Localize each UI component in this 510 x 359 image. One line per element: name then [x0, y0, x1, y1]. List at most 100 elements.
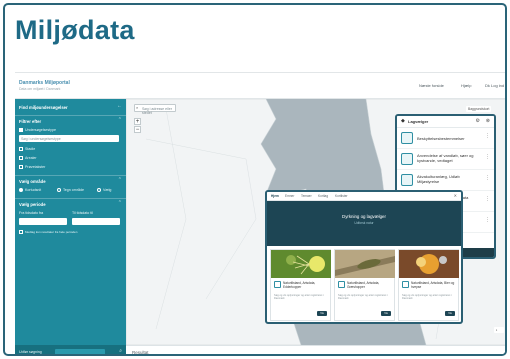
filter-checkbox-type[interactable]: [19, 128, 23, 132]
period-from-input[interactable]: [19, 218, 67, 225]
page-title: Miljødata: [15, 15, 135, 45]
theme-shield-icon: [402, 281, 409, 288]
footer-input[interactable]: [55, 348, 105, 354]
result-bar: Resultat: [126, 345, 505, 355]
divider: [15, 115, 126, 116]
divider: [15, 175, 126, 176]
area-radio-draw[interactable]: [57, 188, 61, 192]
layer-item[interactable]: Akvakulturanlæg, Udløb Miljøstyrelse ⋮: [397, 170, 494, 191]
nav-link-login[interactable]: Dk Log ind: [485, 83, 504, 88]
card-open-button[interactable]: Vis: [445, 311, 455, 316]
card-text: Søg og vis oplysninger og arter registre…: [274, 294, 324, 301]
area-radio-viewport[interactable]: [19, 188, 23, 192]
area-label-select: Vælg: [103, 188, 112, 192]
slide-frame: Miljødata Danmarks Miljøportal Data om m…: [3, 3, 507, 356]
more-icon[interactable]: ⋮: [485, 154, 490, 160]
photo-blob: [286, 255, 296, 265]
basemap-chip[interactable]: Baggrundskort: [466, 106, 492, 112]
period-to-input[interactable]: [72, 218, 120, 225]
photo-blob: [309, 256, 325, 272]
card-open-button[interactable]: Vis: [381, 311, 391, 316]
layer-item[interactable]: Beskyttelsesbestemmelser ⋮: [397, 128, 494, 149]
layer-item-label: Beskyttelsesbestemmelser: [417, 136, 465, 141]
card-text: Søg og vis oplysninger og arter registre…: [402, 294, 452, 301]
map-search-input[interactable]: Søg i adresse eller stedet: [134, 104, 176, 115]
popup-hero: Dyrkning og lagvælger Udforsk natur: [267, 201, 461, 246]
filter-checkbox-samples[interactable]: [19, 165, 23, 169]
layer-shield-icon: [401, 132, 413, 144]
filter-label-areas: Arealer: [25, 156, 37, 160]
layer-shield-icon: [401, 153, 413, 165]
layer-item-label: Akvakulturanlæg, Udløb Miljøstyrelse: [417, 174, 460, 184]
tab-maplists[interactable]: Kortlister: [335, 194, 348, 198]
spider-image: [271, 250, 331, 278]
period-to-label: Til tidsdato til: [72, 211, 93, 215]
divider: [15, 198, 126, 199]
zoom-in-button[interactable]: +: [134, 118, 141, 125]
brand-name[interactable]: Danmarks Miljøportal: [19, 80, 70, 86]
area-radio-select[interactable]: [97, 188, 101, 192]
bee-image: [399, 250, 459, 278]
find-title: Find miljøundersøgelser: [19, 105, 68, 110]
zoom-out-button[interactable]: −: [134, 126, 141, 133]
grasshopper-image: [335, 250, 395, 278]
collapse-icon[interactable]: ←: [117, 103, 122, 109]
filter-label-type: Undersøgelsestype: [25, 128, 56, 132]
layer-item-label: Anvendelse af vandløb, søer og kystvande…: [417, 153, 474, 163]
chevron-up-icon[interactable]: ⌃: [118, 117, 122, 123]
nav-link-help[interactable]: Hjælp: [461, 83, 471, 88]
theme-shield-icon: [338, 281, 345, 288]
more-icon[interactable]: ⋮: [485, 133, 490, 139]
sidebar-footer: Udfør søgning ⌕: [15, 345, 126, 354]
tab-themes[interactable]: Temaer: [301, 194, 312, 198]
tab-home[interactable]: Hjem: [271, 194, 279, 198]
gear-icon[interactable]: ⚙: [476, 118, 480, 124]
chevron-up-icon[interactable]: ⌃: [118, 177, 122, 183]
hero-title: Dyrkning og lagvælger: [342, 214, 386, 219]
filter-label-samples: Prøvetakster: [25, 165, 46, 169]
filter-label-stage: Stadie: [25, 147, 36, 151]
more-icon[interactable]: ⋮: [485, 175, 490, 181]
top-bar: Danmarks Miljøportal Data om miljøet i D…: [15, 73, 505, 99]
filter-checkbox-areas[interactable]: [19, 156, 23, 160]
popup-tabs: Hjem Emner Temaer Kortlag Kortlister ✕: [267, 192, 461, 201]
period-from-label: Fra tidsdato fra: [19, 211, 44, 215]
period-title: Vælg periode: [19, 202, 46, 207]
chevron-up-icon[interactable]: ⌃: [118, 200, 122, 206]
filter-title: Filtrer efter: [19, 119, 42, 124]
map-control-chip[interactable]: ◐: [494, 327, 504, 333]
layer-panel-header: ◆ Lagvælger ⚙ ⊗: [397, 116, 494, 128]
theme-card[interactable]: Naturtilstand, Artsdata, Bier og hvepse …: [398, 249, 459, 321]
theme-card[interactable]: Naturtilstand, Artsdata, Edderkopper Søg…: [270, 249, 331, 321]
more-icon[interactable]: ⋮: [485, 196, 490, 202]
search-icon[interactable]: ⌕: [119, 348, 122, 354]
brand-subtitle: Data om miljøet i Danmark: [19, 87, 61, 91]
card-title: Naturtilstand, Artsdata, Bier og hvepse: [411, 281, 455, 289]
period-note: Medtag kun resultater fra hele perioden: [25, 230, 78, 234]
area-label-viewport: Kortudsnit: [25, 188, 42, 192]
result-label: Resultat: [132, 350, 149, 355]
layers-icon: ◆: [401, 118, 405, 124]
footer-label: Udfør søgning: [19, 350, 42, 354]
card-open-button[interactable]: Vis: [317, 311, 327, 316]
theme-shield-icon: [274, 281, 281, 288]
close-icon[interactable]: ✕: [454, 193, 457, 198]
layer-shield-icon: [401, 174, 413, 186]
theme-card[interactable]: Naturtilstand, Artsdata, Græshopper Søg …: [334, 249, 395, 321]
area-label-draw: Tegn område: [63, 188, 84, 192]
tab-subjects[interactable]: Emner: [285, 194, 294, 198]
more-icon[interactable]: ⋮: [485, 217, 490, 223]
period-checkbox[interactable]: [19, 230, 23, 234]
card-title: Naturtilstand, Artsdata, Græshopper: [347, 281, 380, 289]
area-title: Vælg område: [19, 179, 46, 184]
hero-subtitle: Udforsk natur: [354, 221, 374, 225]
tab-maplayers[interactable]: Kortlag: [318, 194, 328, 198]
nav-link-front[interactable]: Næste forside: [419, 83, 444, 88]
filter-checkbox-stage[interactable]: [19, 147, 23, 151]
search-sidebar: Find miljøundersøgelser ← Filtrer efter …: [15, 99, 126, 354]
close-icon[interactable]: ⊗: [486, 118, 490, 124]
filter-search-placeholder: Søg i undersøgelsestype: [21, 136, 61, 141]
photo-blob: [439, 256, 447, 264]
theme-popup: Hjem Emner Temaer Kortlag Kortlister ✕ D…: [265, 190, 463, 324]
layer-item[interactable]: Anvendelse af vandløb, søer og kystvande…: [397, 149, 494, 170]
